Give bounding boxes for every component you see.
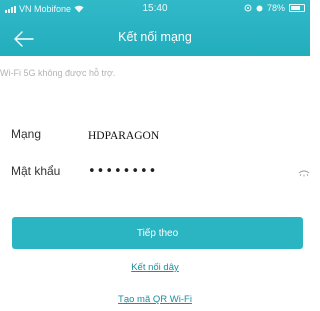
next-button[interactable]: Tiếp theo <box>12 217 303 249</box>
location-icon <box>244 4 252 12</box>
wired-connection-link[interactable]: Kết nối dây <box>0 262 310 273</box>
battery-percent: 78% <box>266 3 285 13</box>
password-field[interactable]: •••••••• <box>88 164 157 179</box>
create-wifi-qr-link[interactable]: Tạo mã QR Wi-Fi <box>0 294 310 305</box>
unsupported-notice: Wi-Fi 5G không được hỗ trợ. <box>0 68 116 78</box>
network-label: Mạng <box>11 127 42 141</box>
network-name-field[interactable]: HDPARAGON <box>88 130 159 142</box>
app-header: VN Mobifone 15:40 78% Kết nối mạng <box>0 0 310 56</box>
show-password-icon[interactable] <box>298 169 310 177</box>
alarm-icon <box>256 5 263 12</box>
password-label: Mật khẩu <box>11 164 61 178</box>
page-title: Kết nối mạng <box>118 30 192 44</box>
battery-icon <box>289 4 305 12</box>
status-bar: VN Mobifone 15:40 78% <box>0 0 310 18</box>
status-right: 78% <box>244 3 305 13</box>
